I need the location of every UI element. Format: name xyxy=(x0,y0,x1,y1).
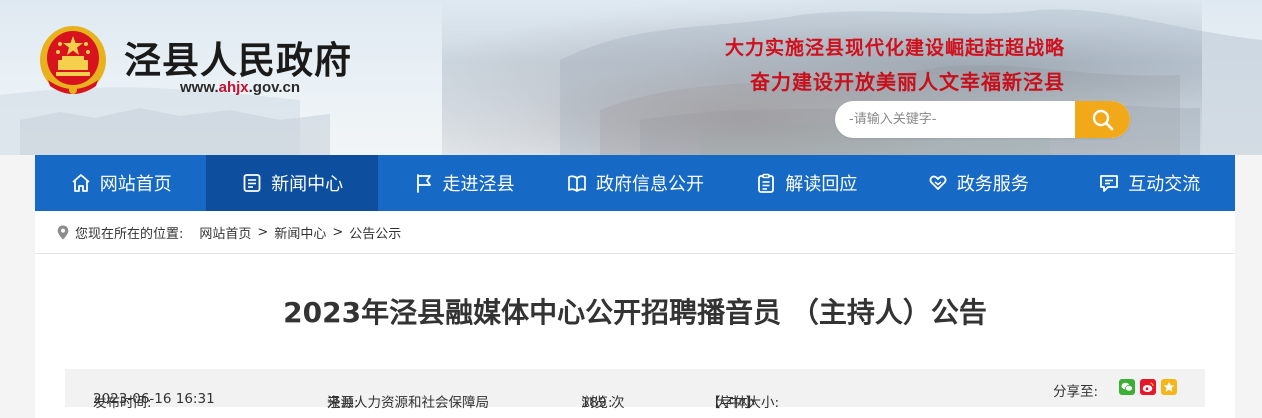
nav-label: 走进泾县 xyxy=(442,174,515,195)
nav-item-news[interactable]: 新闻中心 xyxy=(206,155,378,211)
site-title: 泾县人民政府 xyxy=(124,38,352,82)
article-meta-bar: 发布时间: 2023-06-16 16:31 来源: 泾县人力资源和社会保障局 … xyxy=(65,369,1205,411)
breadcrumb-news[interactable]: 新闻中心 xyxy=(274,223,326,242)
chat-icon xyxy=(1100,175,1119,192)
clipboard-icon xyxy=(758,173,775,193)
nav-item-gov-info[interactable]: 政府信息公开 xyxy=(549,155,720,211)
site-url: www.ahjx.gov.cn xyxy=(180,79,301,96)
breadcrumb-separator: > xyxy=(257,225,269,240)
nav-item-interpretation[interactable]: 解读回应 xyxy=(721,155,892,211)
nav-label: 互动交流 xyxy=(1128,174,1201,195)
article-panel: 您现在所在的位置: 网站首页 > 新闻中心 > 公告公示 2023年泾县融媒体中… xyxy=(35,211,1235,418)
nav-item-services[interactable]: 政务服务 xyxy=(892,155,1063,211)
search-icon xyxy=(1092,109,1113,130)
nav-item-home[interactable]: 网站首页 xyxy=(35,155,206,211)
nav-label: 新闻中心 xyxy=(271,174,344,195)
nav-item-about[interactable]: 走进泾县 xyxy=(378,155,549,211)
font-size-medium-button[interactable]: 中 xyxy=(728,391,742,411)
location-pin-icon xyxy=(57,225,69,240)
font-size-large-button[interactable]: 大 xyxy=(716,391,730,411)
nav-label: 政务服务 xyxy=(956,174,1029,195)
breadcrumb: 您现在所在的位置: 网站首页 > 新闻中心 > 公告公示 xyxy=(57,223,401,242)
heart-hand-icon xyxy=(929,175,947,190)
nav-label: 政府信息公开 xyxy=(595,174,704,195)
search-input[interactable] xyxy=(835,101,1075,138)
weibo-share-icon[interactable] xyxy=(1140,379,1156,395)
nav-label: 解读回应 xyxy=(785,174,858,195)
slogan-line-1: 大力实施泾县现代化建设崛起赶超战略 xyxy=(724,37,1065,59)
news-icon xyxy=(243,174,261,192)
breadcrumb-separator: > xyxy=(332,225,344,240)
book-icon xyxy=(568,175,586,192)
header-banner: 泾县人民政府 www.ahjx.gov.cn 大力实施泾县现代化建设崛起赶超战略… xyxy=(0,0,1262,155)
qzone-share-icon[interactable] xyxy=(1161,379,1177,395)
font-size-control: 【字体大小: 大 中 小 】 xyxy=(707,380,779,411)
national-emblem-icon xyxy=(40,26,106,94)
nav-item-interaction[interactable]: 互动交流 xyxy=(1064,155,1235,211)
divider xyxy=(35,253,1235,254)
home-icon xyxy=(72,174,90,192)
share-buttons xyxy=(1119,379,1177,395)
slogan-line-2: 奋力建设开放美丽人文幸福新泾县 xyxy=(750,70,1065,94)
wechat-share-icon[interactable] xyxy=(1119,379,1135,395)
flag-icon xyxy=(416,174,431,193)
search-box xyxy=(835,101,1130,138)
article-title: 2023年泾县融媒体中心公开招聘播音员 （主持人）公告 xyxy=(283,296,987,329)
breadcrumb-home[interactable]: 网站首页 xyxy=(199,223,251,242)
share-label: 分享至: xyxy=(1053,384,1099,400)
search-button[interactable] xyxy=(1075,101,1130,138)
nav-label: 网站首页 xyxy=(99,174,172,195)
breadcrumb-announcements[interactable]: 公告公示 xyxy=(349,223,401,242)
main-nav: 网站首页 新闻中心 走进泾县 政府信息公开 解读回应 政务服务 互动交流 xyxy=(35,155,1235,211)
breadcrumb-prefix: 您现在所在的位置: xyxy=(75,227,184,242)
